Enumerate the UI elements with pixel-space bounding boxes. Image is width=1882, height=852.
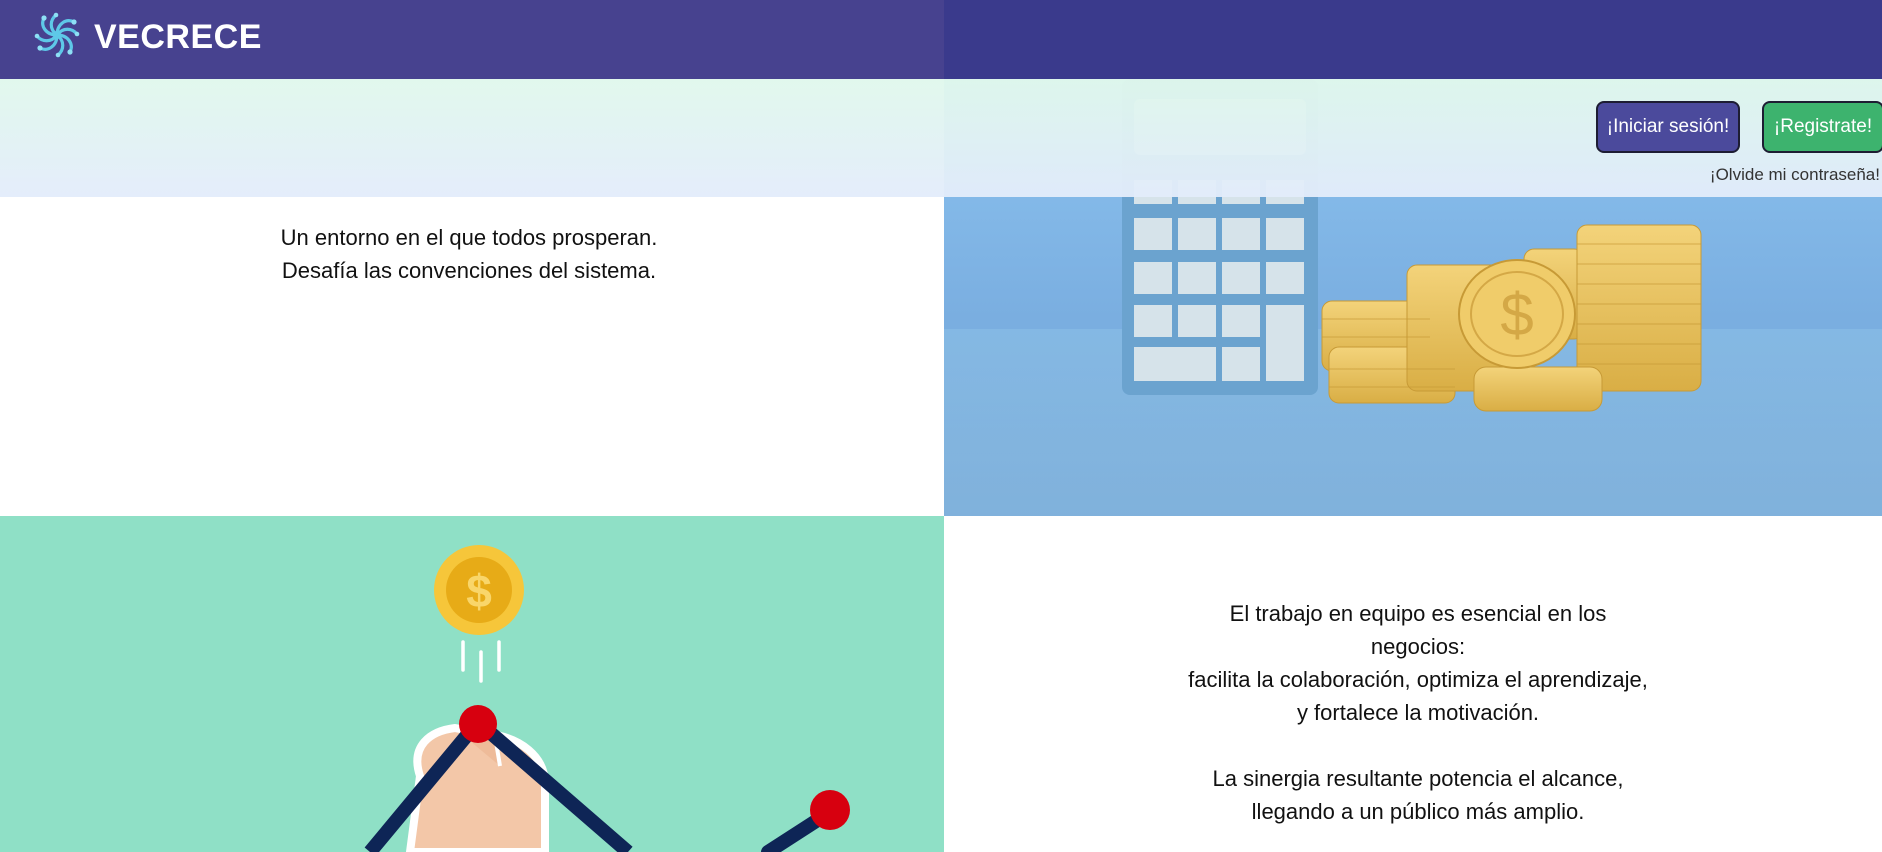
growth-image-panel: $ [0, 516, 944, 852]
swirl-logo-icon [30, 8, 84, 67]
teamwork-line: y fortalece la motivación. [1296, 700, 1540, 725]
page: VECRECE $ ¡Iniciar sesión! ¡Registrate! … [0, 0, 1882, 852]
login-button[interactable]: ¡Iniciar sesión! [1596, 101, 1740, 153]
top-navbar: VECRECE [0, 0, 1882, 79]
teamwork-line: El trabajo en equipo es esencial en los [1229, 601, 1607, 626]
teamwork-line: negocios: [1370, 634, 1466, 659]
svg-text:$: $ [1500, 281, 1533, 348]
coin-dollar-symbol: $ [466, 565, 492, 617]
navbar-right-panel [944, 0, 1882, 79]
teamwork-line: La sinergia resultante potencia el alcan… [1212, 766, 1624, 791]
hand-drawing-chart-coin-image: $ [364, 545, 850, 852]
teamwork-line: facilita la colaboración, optimiza el ap… [1188, 667, 1648, 692]
brand-name: VECRECE [94, 18, 262, 56]
tagline-line-1: Un entorno en el que todos prosperan. [280, 225, 658, 250]
tagline-line-2: Desafía las convenciones del sistema. [281, 258, 657, 283]
forgot-password-link[interactable]: ¡Olvide mi contraseña! [1710, 165, 1880, 185]
teamwork-line [1163, 729, 1673, 762]
register-button[interactable]: ¡Registrate! [1762, 101, 1882, 153]
brand-home-link[interactable]: VECRECE [30, 8, 262, 67]
teamwork-line: llegando a un público más amplio. [1251, 799, 1585, 824]
teamwork-text: El trabajo en equipo es esencial en los … [1163, 597, 1673, 828]
hero-tagline: Un entorno en el que todos prosperan. De… [0, 221, 938, 287]
